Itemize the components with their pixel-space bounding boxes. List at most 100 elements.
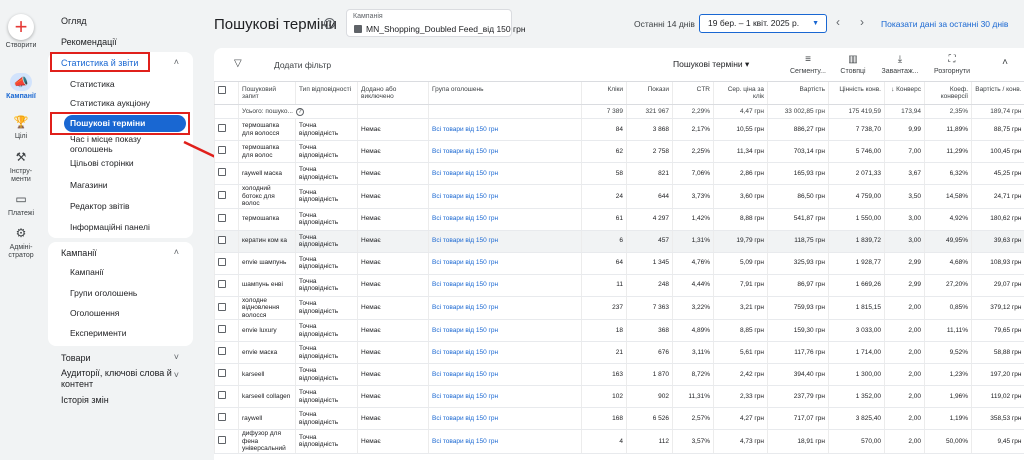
table-row[interactable]: karseell Точна відповідність Немає Всі това… — [214, 363, 1024, 386]
help-icon[interactable]: ? — [324, 18, 335, 29]
nav-experiments[interactable]: Експерименти — [70, 328, 126, 338]
row-checkbox[interactable] — [218, 257, 226, 266]
row-select-cell[interactable] — [214, 407, 239, 430]
col-header-clicks[interactable]: Кліки — [581, 81, 627, 105]
col-header-conversions[interactable]: ↓ Конверс — [884, 81, 925, 105]
row-checkbox[interactable] — [218, 168, 226, 177]
row-checkbox[interactable] — [218, 436, 226, 444]
rail-tools[interactable]: ⚒ Інстру- менти — [0, 148, 42, 184]
show-last-30-days-link[interactable]: Показати дані за останні 30 днів — [881, 19, 1008, 29]
row-checkbox[interactable] — [218, 302, 226, 311]
col-header-match[interactable]: Тип відповідності — [295, 81, 358, 105]
table-row[interactable]: шампунь енві Точна відповідність Немає Всі … — [214, 274, 1024, 297]
segment-button[interactable]: ≡ Сегменту... — [786, 54, 830, 75]
nav-change-history[interactable]: Історія змін — [61, 395, 109, 405]
cell-ad-group[interactable]: Всі товари від 150 грн — [428, 118, 582, 141]
row-select-cell[interactable] — [214, 341, 239, 364]
nav-audiences[interactable]: Аудиторії, ключові слова й контент — [61, 368, 173, 390]
view-selector[interactable]: Пошукові терміни ▾ — [673, 59, 749, 70]
cell-ad-group[interactable]: Всі товари від 150 грн — [428, 208, 582, 231]
row-select-cell[interactable] — [214, 230, 239, 253]
nav-products[interactable]: Товари — [61, 353, 91, 363]
row-select-cell[interactable] — [214, 140, 239, 163]
rail-admin[interactable]: ⚙ Адміні- стратор — [0, 224, 42, 260]
row-select-cell[interactable] — [214, 184, 239, 209]
col-header-term[interactable]: Пошуковий запит — [238, 81, 296, 105]
chevron-left-icon[interactable]: ‹ — [836, 15, 840, 29]
table-row[interactable]: кератин ком ка Точна відповідність Немає Вс… — [214, 230, 1024, 253]
col-header-conv-value[interactable]: Цінність конв. — [828, 81, 885, 105]
chevron-down-icon[interactable]: ˅ — [174, 352, 179, 362]
select-all-cell[interactable] — [214, 81, 239, 105]
help-icon[interactable]: ? — [295, 107, 304, 116]
table-row[interactable]: дифузор для фена універсальний Точна відп… — [214, 429, 1024, 454]
table-row[interactable]: термошапка Точна відповідність Немає Всі то… — [214, 208, 1024, 231]
cell-ad-group[interactable]: Всі товари від 150 грн — [428, 230, 582, 253]
add-filter-button[interactable]: Додати фільтр — [274, 60, 331, 70]
table-row[interactable]: raywell маска Точна відповідність Немає Всі… — [214, 162, 1024, 185]
col-header-ctr[interactable]: CTR — [672, 81, 714, 105]
nav-when-where[interactable]: Час і місце показу оголошень — [70, 134, 180, 154]
rail-campaigns[interactable]: 📣 Кампанії — [0, 73, 42, 101]
cell-ad-group[interactable]: Всі товари від 150 грн — [428, 184, 582, 209]
row-select-cell[interactable] — [214, 208, 239, 231]
row-select-cell[interactable] — [214, 385, 239, 408]
cell-ad-group[interactable]: Всі товари від 150 грн — [428, 296, 582, 320]
cell-ad-group[interactable]: Всі товари від 150 грн — [428, 341, 582, 364]
chevron-right-icon[interactable]: › — [860, 15, 864, 29]
row-checkbox[interactable] — [218, 369, 226, 378]
cell-ad-group[interactable]: Всі товари від 150 грн — [428, 429, 582, 454]
col-header-added[interactable]: Додано або виключено — [357, 81, 429, 105]
table-row[interactable]: термошапка для волосся Точна відповідніст… — [214, 118, 1024, 141]
table-row[interactable]: envie шампунь Точна відповідність Немає Всі… — [214, 252, 1024, 275]
nav-ads[interactable]: Оголошення — [70, 308, 119, 318]
nav-dashboards[interactable]: Інформаційні панелі — [70, 222, 150, 232]
table-row[interactable]: karseell collagen Точна відповідність Нема… — [214, 385, 1024, 408]
collapse-icon[interactable]: ˄ — [1002, 57, 1008, 68]
select-all-checkbox[interactable] — [218, 86, 226, 94]
nav-ad-groups[interactable]: Групи оголошень — [70, 288, 137, 298]
nav-overview[interactable]: Огляд — [61, 16, 86, 26]
cell-ad-group[interactable]: Всі товари від 150 грн — [428, 385, 582, 408]
rail-billing[interactable]: ▭ Платежі — [0, 190, 42, 218]
row-checkbox[interactable] — [218, 279, 226, 288]
chevron-up-icon[interactable]: ˄ — [174, 247, 179, 257]
download-button[interactable]: ⤓ Завантаж... — [878, 54, 922, 75]
cell-ad-group[interactable]: Всі товари від 150 грн — [428, 274, 582, 297]
col-header-avg-cpc[interactable]: Сер. ціна за клік — [713, 81, 768, 105]
col-header-cost-per-conv[interactable]: Вартість / конв. — [971, 81, 1024, 105]
row-checkbox[interactable] — [218, 124, 226, 133]
cell-ad-group[interactable]: Всі товари від 150 грн — [428, 363, 582, 386]
cell-ad-group[interactable]: Всі товари від 150 грн — [428, 319, 582, 342]
date-range-picker[interactable]: 19 бер. – 1 квіт. 2025 р. ▼ — [699, 14, 827, 33]
row-select-cell[interactable] — [214, 363, 239, 386]
row-select-cell[interactable] — [214, 162, 239, 185]
table-row[interactable]: envie luxury Точна відповідність Немає Всі … — [214, 319, 1024, 342]
col-header-ad-group[interactable]: Група оголошень — [428, 81, 582, 105]
table-row[interactable]: холодний ботокс для волос Точна відповідн… — [214, 184, 1024, 209]
chevron-down-icon[interactable]: ˅ — [174, 370, 179, 380]
row-checkbox[interactable] — [218, 413, 226, 422]
nav-statistics[interactable]: Статистика — [70, 79, 115, 89]
col-header-conv-rate[interactable]: Коеф. конверсії — [924, 81, 972, 105]
rail-goals[interactable]: 🏆 Цілі — [0, 113, 42, 141]
row-select-cell[interactable] — [214, 296, 239, 320]
nav-campaigns[interactable]: Кампанії — [70, 267, 104, 277]
campaign-selector[interactable]: Кампанія MN_Shopping_Doubled Feed_від 15… — [346, 9, 526, 37]
campaigns-section-header[interactable]: Кампанії — [61, 248, 97, 258]
row-checkbox[interactable] — [218, 347, 226, 356]
table-row[interactable]: raywell Точна відповідність Немає Всі товар… — [214, 407, 1024, 430]
row-select-cell[interactable] — [214, 118, 239, 141]
nav-landing-pages[interactable]: Цільові сторінки — [70, 158, 134, 168]
cell-ad-group[interactable]: Всі товари від 150 грн — [428, 252, 582, 275]
cell-ad-group[interactable]: Всі товари від 150 грн — [428, 140, 582, 163]
cell-ad-group[interactable]: Всі товари від 150 грн — [428, 407, 582, 430]
row-select-cell[interactable] — [214, 274, 239, 297]
chevron-up-icon[interactable]: ˄ — [174, 57, 179, 67]
row-checkbox[interactable] — [218, 191, 226, 199]
table-row[interactable]: холодне відновлення волосся Точна відпові… — [214, 296, 1024, 320]
filter-icon[interactable]: ▽ — [234, 58, 246, 69]
cell-ad-group[interactable]: Всі товари від 150 грн — [428, 162, 582, 185]
expand-button[interactable]: ⛶ Розгорнути — [930, 54, 974, 75]
row-select-cell[interactable] — [214, 252, 239, 275]
